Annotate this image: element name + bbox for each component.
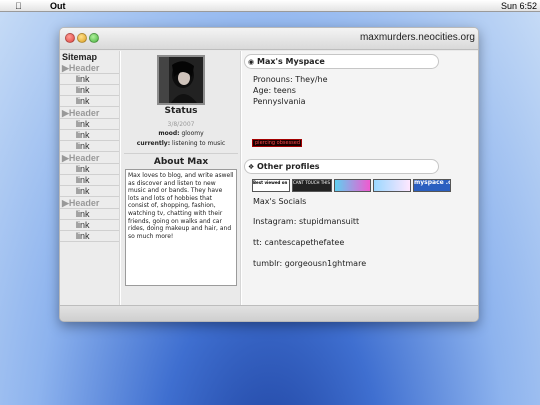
main-column: ◉ Max's Myspace Pronouns: They/he Age: te…	[242, 51, 478, 306]
age-text: Age: teens	[253, 86, 296, 95]
avatar-image	[159, 57, 203, 103]
minimize-window-button[interactable]	[77, 33, 87, 43]
sitemap-link[interactable]: link	[60, 85, 119, 96]
sitemap-header[interactable]: ▶Header	[60, 152, 119, 164]
tumblr-handle[interactable]: tumblr: gorgeousn1ghtmare	[253, 259, 366, 268]
sitemap-header[interactable]: ▶Header	[60, 62, 119, 74]
sitemap-link[interactable]: link	[60, 220, 119, 231]
best-viewed-desktop-button[interactable]: Best viewed on desktop	[252, 179, 290, 192]
window-bottom-bar	[60, 305, 478, 321]
tag-icon: ❖	[248, 163, 255, 171]
page-content: Sitemap ▶Header link link link ▶Header l…	[60, 51, 478, 306]
profile-avatar	[157, 55, 205, 105]
myspace-button[interactable]: myspace .com	[413, 179, 451, 192]
sitemap-link[interactable]: link	[60, 231, 119, 242]
pastel-badge-button[interactable]	[373, 179, 411, 192]
window-titlebar[interactable]: maxmurders.neocities.org	[60, 28, 478, 50]
sitemap-link[interactable]: link	[60, 175, 119, 186]
app-menu-name[interactable]: Out	[50, 0, 66, 12]
profile-column: Status 3/8/2007 mood: gloomy currently: …	[121, 51, 241, 306]
about-title: About Max	[153, 157, 209, 167]
sitemap-title: Sitemap	[62, 52, 98, 62]
sitemap-header[interactable]: ▶Header	[60, 107, 119, 119]
socials-title: Max's Socials	[253, 197, 307, 206]
zoom-window-button[interactable]	[89, 33, 99, 43]
piercing-obsessed-badge: piercing obsessed	[252, 139, 302, 147]
about-text-box[interactable]: Max loves to blog, and write aswell as d…	[125, 169, 237, 286]
status-date: 3/8/2007	[167, 121, 195, 128]
sitemap-link[interactable]: link	[60, 164, 119, 175]
status-title: Status	[164, 106, 198, 116]
sitemap-link[interactable]: link	[60, 74, 119, 85]
sitemap-link[interactable]: link	[60, 141, 119, 152]
browser-window: maxmurders.neocities.org Sitemap ▶Header…	[59, 27, 479, 322]
sitemap-header[interactable]: ▶Header	[60, 197, 119, 209]
instagram-handle[interactable]: Instagram: stupidmansuitt	[253, 217, 359, 226]
currently-line: currently: listening to music	[136, 140, 226, 147]
sitemap-link[interactable]: link	[60, 209, 119, 220]
sitemap-link[interactable]: link	[60, 130, 119, 141]
sitemap-link[interactable]: link	[60, 119, 119, 130]
menu-bar:  Out Sun 6:52	[0, 0, 540, 12]
other-profiles-header: ❖ Other profiles	[244, 159, 439, 174]
window-title: maxmurders.neocities.org	[359, 32, 475, 43]
sitemap-sidebar: Sitemap ▶Header link link link ▶Header l…	[60, 51, 120, 306]
sitemap-link[interactable]: link	[60, 96, 119, 107]
pronouns-text: Pronouns: They/he	[253, 75, 328, 84]
myspace-icon: ◉	[248, 58, 255, 66]
tt-handle[interactable]: tt: cantescapethefatee	[253, 238, 344, 247]
close-window-button[interactable]	[65, 33, 75, 43]
menu-clock[interactable]: Sun 6:52	[501, 0, 537, 12]
sitemap-link[interactable]: link	[60, 186, 119, 197]
location-text: Pennyslvania	[253, 97, 306, 106]
colorful-badge-button[interactable]	[334, 179, 371, 192]
myspace-section-header: ◉ Max's Myspace	[244, 54, 439, 69]
mood-line: mood: gloomy	[158, 130, 204, 137]
profile-divider	[124, 153, 238, 154]
cant-touch-this-button[interactable]: CANT TOUCH THIS CANT TOUCH THAT	[292, 179, 332, 192]
apple-logo-icon[interactable]: 	[15, 0, 22, 12]
